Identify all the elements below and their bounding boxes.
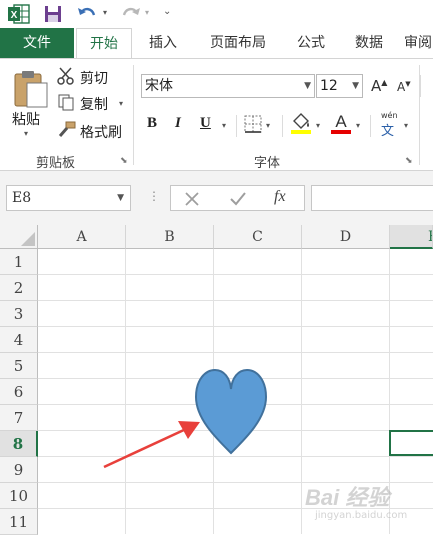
scissors-icon xyxy=(57,67,74,85)
watermark-url: jingyan.baidu.com xyxy=(315,510,408,521)
quick-access-toolbar: X ▾ ▾ ⌄ xyxy=(0,0,433,28)
excel-logo-icon[interactable]: X xyxy=(8,4,30,24)
formula-bar: E8 ▼ ⋮ fx xyxy=(0,171,433,225)
font-name-value: 宋体 xyxy=(145,78,173,94)
formula-buttons: fx xyxy=(170,185,305,211)
ribbon-home: 粘贴 ▾ 剪切 复制 ▾ 格式刷 剪贴板 ⬊ 宋体 ▼ 12 ▼ A▲ A▼ B… xyxy=(0,58,433,171)
enter-check-icon[interactable] xyxy=(229,191,247,207)
fill-color-dropdown-icon[interactable]: ▾ xyxy=(316,121,320,130)
format-painter-icon xyxy=(58,121,76,137)
row-header[interactable]: 9 xyxy=(0,457,38,483)
font-name-combo[interactable]: 宋体 ▼ xyxy=(141,74,315,98)
column-header-e[interactable]: E xyxy=(390,225,433,249)
italic-button[interactable]: I xyxy=(175,115,181,132)
red-arrow-annotation xyxy=(103,421,200,469)
fill-color-icon[interactable] xyxy=(290,111,312,135)
clipboard-launcher-icon[interactable]: ⬊ xyxy=(120,156,128,166)
increase-arrow-icon: ▲ xyxy=(381,78,388,87)
phonetic-guide-icon[interactable]: 文 xyxy=(381,120,394,139)
chevron-down-icon[interactable]: ▼ xyxy=(117,186,124,210)
shrink-font-button[interactable]: A▼ xyxy=(397,80,411,94)
name-box[interactable]: E8 ▼ xyxy=(6,185,131,211)
tab-page-layout[interactable]: 页面布局 xyxy=(198,28,278,58)
font-color-dropdown-icon[interactable]: ▾ xyxy=(356,121,360,130)
cancel-icon[interactable] xyxy=(184,191,200,207)
borders-dropdown-icon[interactable]: ▾ xyxy=(266,121,270,130)
column-header-a[interactable]: A xyxy=(38,225,126,249)
format-painter-button[interactable]: 格式刷 xyxy=(80,122,122,142)
clipboard-group-label: 剪贴板 xyxy=(36,156,76,171)
underline-dropdown-icon[interactable]: ▾ xyxy=(222,121,226,130)
copy-icon xyxy=(58,94,74,111)
column-header-c[interactable]: C xyxy=(214,225,302,249)
row-header[interactable]: 2 xyxy=(0,275,38,301)
save-icon[interactable] xyxy=(43,4,63,24)
decrease-arrow-icon: ▼ xyxy=(405,80,411,88)
row-header[interactable]: 11 xyxy=(0,509,38,535)
tab-data[interactable]: 数据 xyxy=(346,28,392,58)
chevron-down-icon[interactable]: ▼ xyxy=(352,75,359,97)
group-divider xyxy=(419,65,420,165)
borders-icon[interactable] xyxy=(244,115,262,133)
ribbon-tabs: 文件 开始 插入 页面布局 公式 数据 审阅 xyxy=(0,28,433,59)
row-header[interactable]: 5 xyxy=(0,353,38,379)
tab-home[interactable]: 开始 xyxy=(76,28,132,59)
column-header-d[interactable]: D xyxy=(302,225,390,249)
group-divider xyxy=(282,115,283,137)
worksheet-grid[interactable]: A B C D E 1 2 3 4 5 6 7 8 9 10 11 xyxy=(0,225,433,535)
group-divider xyxy=(133,65,134,165)
row-header-selected[interactable]: 8 xyxy=(0,431,38,457)
group-divider xyxy=(420,75,421,97)
tab-insert[interactable]: 插入 xyxy=(140,28,186,58)
select-all-corner[interactable] xyxy=(0,225,38,249)
phonetic-dropdown-icon[interactable]: ▾ xyxy=(404,121,408,130)
chevron-down-icon[interactable]: ▼ xyxy=(304,75,311,97)
paste-icon[interactable] xyxy=(12,69,50,109)
row-header[interactable]: 10 xyxy=(0,483,38,509)
paste-button[interactable]: 粘贴 xyxy=(12,109,40,129)
paste-dropdown-icon[interactable]: ▾ xyxy=(24,129,28,138)
cut-button[interactable]: 剪切 xyxy=(80,68,108,88)
tab-formulas[interactable]: 公式 xyxy=(288,28,334,58)
row-header[interactable]: 7 xyxy=(0,405,38,431)
grow-font-button[interactable]: A▲ xyxy=(371,77,387,95)
font-group-label: 字体 xyxy=(254,156,281,171)
redo-dropdown-icon[interactable]: ▾ xyxy=(145,8,149,17)
svg-text:X: X xyxy=(11,10,18,21)
watermark-logo: Bai 经验 jingyan.baidu.com xyxy=(305,480,433,532)
row-header[interactable]: 6 xyxy=(0,379,38,405)
row-header[interactable]: 4 xyxy=(0,327,38,353)
row-header[interactable]: 1 xyxy=(0,249,38,275)
column-header-b[interactable]: B xyxy=(126,225,214,249)
font-size-value: 12 xyxy=(320,78,338,94)
font-color-icon[interactable]: A xyxy=(330,111,352,135)
copy-button[interactable]: 复制 xyxy=(80,94,108,114)
active-cell-e8[interactable] xyxy=(389,430,433,456)
tab-review[interactable]: 审阅 xyxy=(404,28,433,58)
name-box-value: E8 xyxy=(12,190,32,206)
tab-file[interactable]: 文件 xyxy=(0,28,74,58)
formula-input[interactable] xyxy=(311,185,433,211)
watermark-text: Bai 经验 xyxy=(305,485,390,510)
drag-handle-icon[interactable]: ⋮ xyxy=(148,189,160,203)
select-all-triangle-icon xyxy=(21,232,35,246)
underline-button[interactable]: U xyxy=(200,115,211,132)
insert-function-button[interactable]: fx xyxy=(274,188,286,206)
undo-dropdown-icon[interactable]: ▾ xyxy=(103,8,107,17)
svg-text:A: A xyxy=(335,112,347,131)
undo-icon[interactable] xyxy=(76,4,100,24)
redo-icon[interactable] xyxy=(118,4,142,24)
group-divider xyxy=(370,115,371,137)
font-launcher-icon[interactable]: ⬊ xyxy=(405,156,413,166)
copy-dropdown-icon[interactable]: ▾ xyxy=(119,99,123,108)
phonetic-guide-top[interactable]: wén xyxy=(381,111,398,120)
group-divider xyxy=(236,115,237,137)
bold-button[interactable]: B xyxy=(147,115,157,132)
customize-qat-icon[interactable]: ⌄ xyxy=(163,6,171,17)
font-size-combo[interactable]: 12 ▼ xyxy=(316,74,363,98)
row-header[interactable]: 3 xyxy=(0,301,38,327)
